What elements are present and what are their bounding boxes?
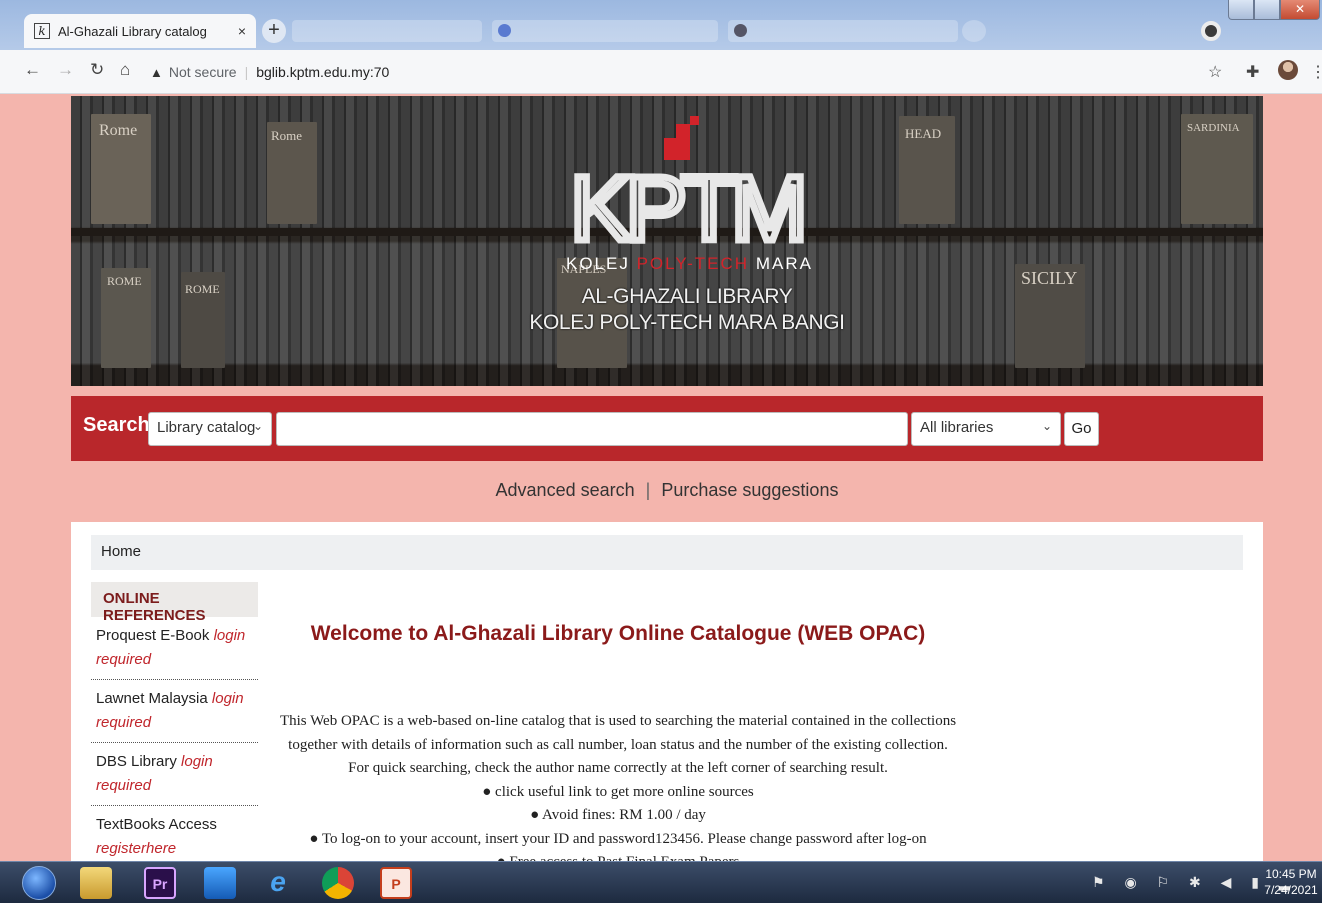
welcome-heading: Welcome to Al-Ghazali Library Online Cat… [310, 622, 926, 645]
minimize-window-button[interactable] [1228, 0, 1254, 20]
sidebar-item-dbs[interactable]: DBS Library login required [91, 743, 258, 806]
tab-title: Al-Ghazali Library catalog [58, 23, 207, 39]
sidebar-item-textbooks[interactable]: TextBooks Access registerhere [91, 806, 258, 861]
search-label: Search [83, 414, 150, 436]
outlook-icon[interactable] [204, 867, 236, 899]
svg-text:KPTM: KPTM [570, 158, 802, 246]
background-tab[interactable] [728, 20, 958, 42]
logo-subtitle: KOLEJ POLY-TECH MARA [566, 254, 813, 273]
breadcrumb: Home [91, 535, 1243, 570]
reload-icon[interactable]: ↻ [90, 60, 104, 80]
close-tab-icon[interactable]: × [238, 23, 246, 39]
breadcrumb-home-link[interactable]: Home [101, 543, 141, 560]
link-separator: | [645, 480, 651, 500]
bullet-item[interactable]: ● Free access to Past Final Exam Papers [257, 851, 979, 861]
security-label[interactable]: Not secure [169, 64, 237, 80]
taskbar-clock[interactable]: 10:45 PM 7/24/2021 [1262, 866, 1320, 898]
warning-triangle-icon[interactable]: ▲ [150, 65, 163, 80]
close-window-button[interactable]: ✕ [1280, 0, 1320, 20]
main-content: Home ONLINE REFERENCES Proquest E-Book l… [71, 522, 1263, 861]
chevron-down-icon: ⌄ [1041, 419, 1052, 433]
background-tab[interactable] [292, 20, 482, 42]
search-links: Advanced search | Purchase suggestions [0, 480, 1322, 501]
go-button[interactable]: Go [1064, 412, 1099, 446]
powerpoint-icon[interactable]: P [380, 867, 412, 899]
browser-profile-icon[interactable] [1201, 21, 1221, 41]
description-line: This Web OPAC is a web-based on-line cat… [279, 713, 957, 729]
description-line: For quick searching, check the author na… [348, 760, 888, 776]
header-banner: Rome Rome ROME ROME NAPLES HEAD SICILY S… [71, 96, 1263, 386]
search-input[interactable] [276, 412, 908, 446]
bullet-item: ● To log-on to your account, insert your… [309, 830, 927, 847]
book-label: Rome [271, 128, 303, 143]
book-label: HEAD [905, 126, 942, 141]
kptm-logo-mark: KPTM [567, 116, 806, 246]
home-icon[interactable]: ⌂ [120, 60, 130, 80]
address-bar: ← → ↻ ⌂ ▲ Not secure | bglib.kptm.edu.my… [0, 50, 1322, 94]
back-arrow-icon[interactable]: ← [24, 60, 41, 80]
library-select[interactable]: All libraries ⌄ [911, 412, 1061, 446]
kptm-logo: KPTM KOLEJ POLY-TECH MARA [566, 116, 811, 273]
advanced-search-link[interactable]: Advanced search [496, 480, 635, 500]
chevron-down-icon: ⌄ [252, 419, 263, 433]
sidebar-heading: ONLINE REFERENCES [91, 582, 258, 624]
background-tab[interactable] [492, 20, 718, 42]
purchase-suggestions-link[interactable]: Purchase suggestions [661, 480, 838, 500]
koha-favicon-icon: k [34, 23, 50, 39]
maximize-window-button[interactable] [1254, 0, 1280, 20]
active-tab[interactable]: k Al-Ghazali Library catalog × [24, 14, 256, 48]
new-tab-button[interactable]: + [262, 19, 286, 43]
tab-favicon-icon [498, 24, 511, 37]
chrome-icon[interactable] [322, 867, 354, 899]
library-name: AL-GHAZALI LIBRARY KOLEJ POLY-TECH MARA … [529, 285, 845, 334]
windows-taskbar: Pr e P ⚑ ◉ ⚐ ✱ ◀ ▮ ▂ 10:45 PM 7/24/2021 [0, 861, 1322, 903]
user-avatar[interactable] [1278, 60, 1298, 80]
bookmark-star-icon[interactable]: ☆ [1208, 62, 1222, 82]
online-references-sidebar: ONLINE REFERENCES Proquest E-Book login … [91, 582, 258, 861]
tab-favicon-icon [734, 24, 747, 37]
library-opac-page: Rome Rome ROME ROME NAPLES HEAD SICILY S… [0, 94, 1322, 861]
forward-arrow-icon[interactable]: → [57, 60, 74, 80]
search-bar: Search Library catalog ⌄ All libraries ⌄… [71, 396, 1263, 461]
internet-explorer-icon[interactable]: e [262, 867, 294, 899]
description-line: together with details of information suc… [288, 736, 948, 753]
opac-description: This Web OPAC is a web-based on-line cat… [257, 710, 979, 861]
sidebar-item-proquest[interactable]: Proquest E-Book login required [91, 617, 258, 680]
url-field[interactable]: ▲ Not secure | bglib.kptm.edu.my:70 [150, 58, 1190, 86]
book-label: Rome [99, 122, 138, 139]
book-label: SARDINIA [1187, 122, 1240, 134]
file-explorer-icon[interactable] [80, 867, 112, 899]
url-separator: | [244, 64, 249, 80]
bullet-item: ● click useful link to get more online s… [482, 783, 754, 800]
background-tab[interactable] [962, 20, 986, 42]
catalog-select[interactable]: Library catalog ⌄ [148, 412, 272, 446]
sidebar-item-lawnet[interactable]: Lawnet Malaysia login required [91, 680, 258, 743]
bullet-item: ● Avoid fines: RM 1.00 / day [530, 807, 706, 823]
extensions-puzzle-icon[interactable]: ✚ [1246, 62, 1259, 82]
start-button[interactable] [22, 866, 56, 900]
url-text[interactable]: bglib.kptm.edu.my:70 [256, 64, 389, 80]
premiere-pro-icon[interactable]: Pr [144, 867, 176, 899]
menu-dots-icon[interactable]: ⋮ [1310, 62, 1322, 82]
